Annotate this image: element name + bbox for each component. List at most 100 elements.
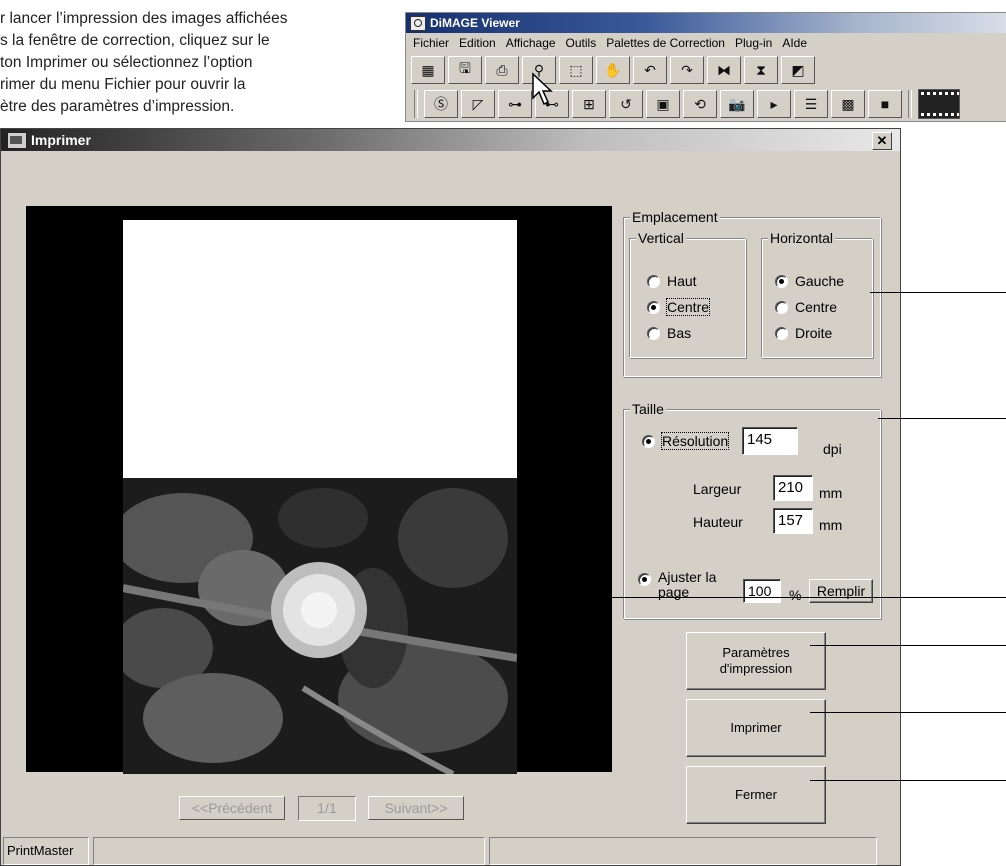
- menu-list-button[interactable]: ☰: [794, 90, 828, 118]
- menu-fichier[interactable]: Fichier: [408, 33, 454, 53]
- instruction-line: rimer du menu Fichier pour ouvrir la: [0, 76, 246, 93]
- next-button[interactable]: Suivant>>: [368, 796, 464, 820]
- rotate-left-icon: ↶: [644, 61, 656, 78]
- curve-icon: ◸: [472, 95, 484, 112]
- resolution-radio[interactable]: Résolution: [642, 432, 730, 450]
- menu-plugin[interactable]: Plug-in: [730, 33, 777, 53]
- print-settings-label-1: Paramètres: [722, 645, 790, 660]
- levels-button[interactable]: ⊶: [498, 90, 532, 118]
- radio-label: Ajuster la page: [658, 570, 716, 600]
- horizontal-droite-radio[interactable]: Droite: [775, 325, 832, 341]
- fullscreen-button[interactable]: ■: [868, 90, 902, 118]
- flip-vertical-button[interactable]: ⧗: [744, 56, 778, 84]
- export-button[interactable]: ▸: [757, 90, 791, 118]
- menu-aide[interactable]: AIde: [777, 33, 812, 53]
- marquee-icon: ⬚: [569, 61, 583, 78]
- radio-label: Haut: [667, 273, 697, 289]
- menu-palettes[interactable]: Palettes de Correction: [601, 33, 730, 53]
- horizontal-gauche-radio[interactable]: Gauche: [775, 273, 844, 289]
- compare-button[interactable]: ▩: [831, 90, 865, 118]
- status-panel-left: PrintMaster: [3, 837, 89, 865]
- resolution-input[interactable]: 145: [742, 427, 798, 455]
- camera-icon: 📷: [728, 95, 746, 112]
- undo-button[interactable]: ↺: [609, 90, 643, 118]
- mouse-cursor-icon: [532, 72, 553, 106]
- percent-unit: %: [789, 587, 802, 603]
- viewer-titlebar: DiMAGE Viewer: [406, 13, 1006, 33]
- rotate-right-icon: ↷: [681, 61, 693, 78]
- largeur-unit: mm: [819, 485, 843, 501]
- instruction-line: s la fenêtre de correction, cliquez sur …: [0, 32, 270, 49]
- radio-label: Centre: [795, 299, 838, 315]
- hand-icon: ✋: [604, 61, 622, 78]
- callout-line-emplacement: [870, 292, 1006, 293]
- slideshow-button[interactable]: ◩: [781, 56, 815, 84]
- viewer-window: DiMAGE Viewer Fichier Edition Affichage …: [405, 12, 1006, 122]
- vertical-bas-radio[interactable]: Bas: [647, 325, 691, 341]
- flip-horizontal-icon: ⧓: [717, 61, 731, 78]
- imprimer-button[interactable]: Imprimer: [686, 699, 826, 757]
- toolbar-separator: [908, 90, 912, 118]
- reset-button[interactable]: ⟲: [683, 90, 717, 118]
- list-icon: ☰: [804, 95, 818, 112]
- print-settings-button[interactable]: Paramètres d'impression: [686, 632, 826, 690]
- save-button[interactable]: 🖫: [448, 56, 482, 84]
- app-icon: [410, 16, 426, 31]
- print-settings-label-2: d'impression: [719, 661, 793, 676]
- tone-curve-button[interactable]: ◸: [461, 90, 495, 118]
- hauteur-label: Hauteur: [693, 514, 743, 530]
- thumbnail-view-button[interactable]: ▦: [411, 56, 445, 84]
- select-button[interactable]: ⬚: [559, 56, 593, 84]
- taille-legend: Taille: [630, 401, 666, 417]
- viewer-title: DiMAGE Viewer: [430, 16, 520, 30]
- variations-button[interactable]: ⊞: [572, 90, 606, 118]
- viewer-menubar: Fichier Edition Affichage Outils Palette…: [406, 33, 1006, 53]
- radio-label: Bas: [667, 325, 692, 341]
- flip-horizontal-button[interactable]: ⧓: [707, 56, 741, 84]
- reset-icon: ⟲: [694, 95, 706, 112]
- horizontal-centre-radio[interactable]: Centre: [775, 299, 837, 315]
- dandelion-flower: [271, 562, 367, 658]
- rotate-left-button[interactable]: ↶: [633, 56, 667, 84]
- callout-line-taille: [878, 418, 1006, 419]
- ajuster-page-radio[interactable]: Ajuster la page: [638, 570, 716, 600]
- previous-button[interactable]: <<Précédent: [179, 796, 285, 820]
- hand-button[interactable]: ✋: [596, 56, 630, 84]
- ajuster-percent-input[interactable]: 100: [743, 579, 781, 603]
- snapshot-button[interactable]: 📷: [720, 90, 754, 118]
- menu-outils[interactable]: Outils: [561, 33, 602, 53]
- radio-indicator: [647, 274, 660, 288]
- filmstrip-icon[interactable]: [918, 89, 960, 119]
- color-button[interactable]: Ⓢ: [424, 90, 458, 118]
- callout-line-parametres: [810, 645, 1006, 646]
- print-button[interactable]: ⎙: [485, 56, 519, 84]
- radio-indicator: [775, 326, 788, 340]
- callout-line-fermer: [810, 780, 1006, 781]
- export-icon: ▸: [770, 95, 778, 112]
- radio-indicator: [638, 573, 651, 586]
- dandelion-photo: [123, 478, 517, 774]
- menu-edition[interactable]: Edition: [454, 33, 501, 53]
- close-button[interactable]: ✕: [872, 132, 892, 150]
- redo-button[interactable]: ▣: [646, 90, 680, 118]
- flip-vertical-icon: ⧗: [756, 61, 766, 78]
- hauteur-input[interactable]: 157: [773, 508, 813, 534]
- largeur-input[interactable]: 210: [773, 475, 813, 501]
- preview-image: [123, 478, 517, 774]
- toolbar-separator: [414, 90, 418, 118]
- instruction-line: ton Imprimer ou sélectionnez l’option: [0, 54, 253, 71]
- remplir-button[interactable]: Remplir: [809, 579, 873, 603]
- redo-icon: ▣: [656, 95, 670, 112]
- emplacement-legend: Emplacement: [630, 209, 720, 225]
- radio-label: Résolution: [660, 432, 730, 450]
- vertical-haut-radio[interactable]: Haut: [647, 273, 697, 289]
- callout-line-preview: [553, 597, 1006, 598]
- undo-icon: ↺: [620, 95, 632, 112]
- status-panel-middle: [93, 837, 485, 865]
- menu-affichage[interactable]: Affichage: [501, 33, 561, 53]
- radio-label: Centre: [665, 298, 711, 316]
- rotate-right-button[interactable]: ↷: [670, 56, 704, 84]
- fermer-button[interactable]: Fermer: [686, 766, 826, 824]
- vertical-centre-radio[interactable]: Centre: [647, 298, 711, 316]
- print-dialog: Imprimer ✕ <<Précédent 1/1 Suivant>> Emp…: [0, 128, 901, 866]
